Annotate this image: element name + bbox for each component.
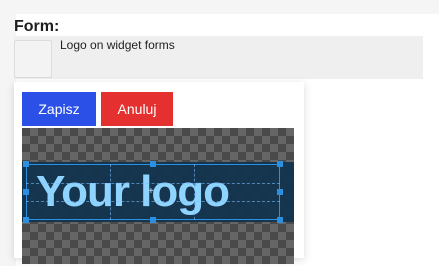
form-title: Form:	[14, 18, 60, 35]
resize-handle-top-right[interactable]	[277, 161, 283, 167]
logo-setting-label: Logo on widget forms	[60, 38, 175, 52]
resize-handle-bottom-right[interactable]	[277, 217, 283, 223]
resize-handle-bottom[interactable]	[150, 217, 156, 223]
guide-line-vertical	[194, 164, 195, 220]
move-crosshair-icon[interactable]: +	[148, 187, 154, 197]
save-button[interactable]: Zapisz	[22, 92, 96, 126]
logo-preview-canvas[interactable]: Your logo +	[22, 128, 294, 264]
resize-handle-left[interactable]	[23, 189, 29, 195]
logo-setting-checkbox[interactable]	[14, 40, 52, 78]
cancel-button[interactable]: Anuluj	[101, 92, 173, 126]
guide-line-horizontal	[26, 183, 280, 184]
guide-line-vertical	[110, 164, 111, 220]
resize-handle-top[interactable]	[150, 161, 156, 167]
guide-line-horizontal	[26, 201, 280, 202]
resize-handle-right[interactable]	[277, 189, 283, 195]
resize-handle-bottom-left[interactable]	[23, 217, 29, 223]
resize-handle-top-left[interactable]	[23, 161, 29, 167]
